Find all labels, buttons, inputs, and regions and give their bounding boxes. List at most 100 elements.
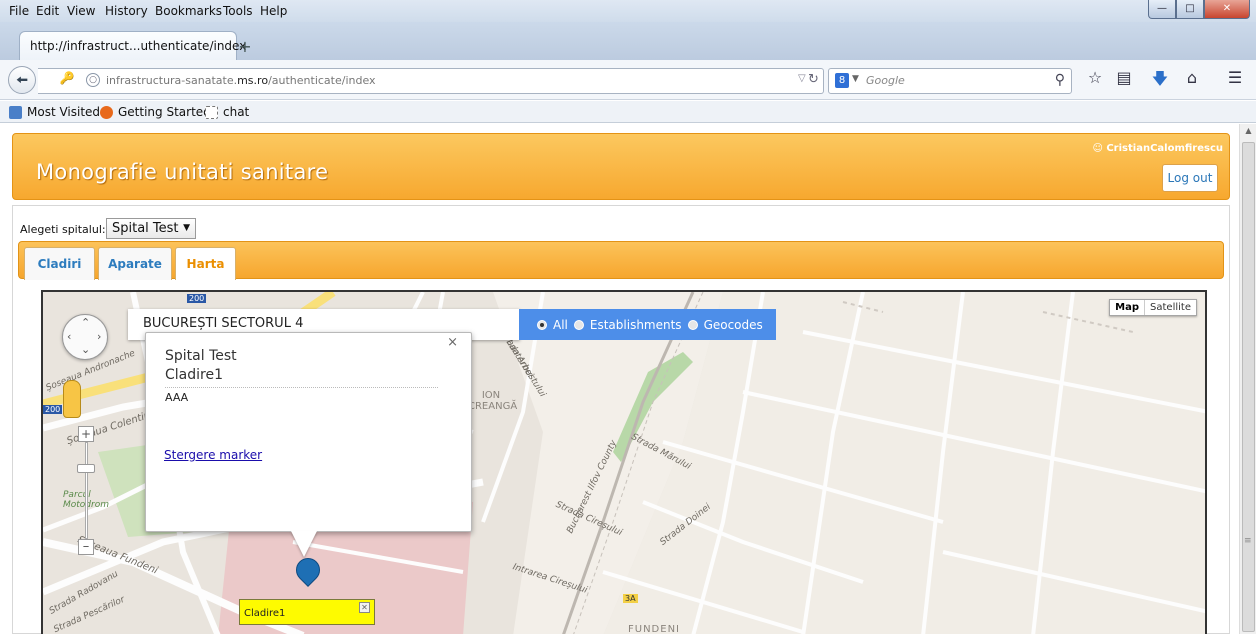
browser-tab[interactable]: http://infrastruct...uthenticate/index	[19, 31, 246, 60]
user-link[interactable]: ☺ CristianCalomfirescu	[1092, 143, 1223, 154]
pan-down-icon[interactable]: ⌄	[81, 343, 90, 356]
url-prefix: infrastructura-sanatate.	[106, 74, 238, 87]
close-window-icon[interactable]: ✕	[1204, 0, 1250, 19]
hospital-select-value: Spital Test	[112, 221, 179, 236]
marker-label-text: Cladire1	[244, 608, 286, 619]
new-tab-icon[interactable]: +	[238, 37, 252, 56]
bookmark-most-visited[interactable]: Most Visited	[9, 105, 100, 119]
blank-page-icon	[205, 105, 218, 119]
filter-establishments-label: Establishments	[589, 317, 682, 332]
navigation-bar: 🔑 ○ infrastructura-sanatate.ms.ro/authen…	[0, 60, 1256, 100]
marker-info-window: Spital Test Cladire1 AAA Stergere marker…	[145, 332, 472, 532]
url-text: infrastructura-sanatate.ms.ro/authentica…	[106, 74, 376, 87]
map-type-map-button[interactable]: Map	[1110, 300, 1146, 315]
scroll-up-icon[interactable]: ▲	[1240, 126, 1256, 135]
map-type-control: Map Satellite	[1109, 299, 1197, 316]
info-window-tail	[291, 531, 317, 557]
park-label: Parcul Motodrom	[63, 490, 109, 510]
info-subtitle: Cladire1	[165, 367, 223, 383]
district-label: FUNDENI	[628, 624, 680, 634]
bookmark-star-icon[interactable]: ☆	[1085, 68, 1105, 88]
back-button[interactable]: 🠨	[8, 66, 36, 94]
filter-all-radio[interactable]	[537, 319, 547, 330]
hospital-label: Alegeti spitalul:	[20, 223, 106, 236]
scroll-thumb[interactable]	[1242, 142, 1255, 632]
menu-hamburger-icon[interactable]: ☰	[1225, 68, 1245, 88]
reading-list-icon[interactable]: ▤	[1114, 68, 1134, 88]
menu-bar: File Edit View History Bookmarks Tools H…	[0, 0, 1256, 22]
zoom-slider-track[interactable]	[85, 442, 88, 539]
google-engine-icon[interactable]: 8	[835, 73, 849, 88]
window-controls: — □ ✕	[1148, 0, 1250, 20]
close-icon[interactable]: ✕	[359, 602, 370, 613]
zoom-in-icon[interactable]: +	[78, 426, 94, 442]
filter-geocodes-label: Geocodes	[703, 317, 763, 332]
bookmark-chat[interactable]: chat	[205, 105, 249, 119]
most-visited-icon	[9, 105, 22, 119]
map-pan-control[interactable]: ⌃ ‹ › ⌄	[62, 314, 108, 360]
browser-tab-title: http://infrastruct...uthenticate/index	[30, 39, 247, 53]
maximize-icon[interactable]: □	[1176, 0, 1204, 19]
downloads-icon[interactable]: 🡇	[1150, 68, 1170, 88]
tab-strip: http://infrastruct...uthenticate/index +	[0, 22, 1256, 60]
identity-key-icon[interactable]: 🔑	[56, 71, 78, 91]
firefox-icon	[100, 105, 113, 119]
filter-all-label: All	[553, 317, 568, 332]
close-icon[interactable]: ×	[447, 335, 458, 350]
hospital-select[interactable]: Spital Test ▼	[106, 218, 196, 239]
menu-history[interactable]: History	[105, 4, 148, 18]
info-body: AAA	[165, 391, 189, 404]
info-title: Spital Test	[165, 348, 237, 364]
back-arrow-icon: 🠨	[15, 71, 29, 89]
home-icon[interactable]: ⌂	[1182, 68, 1202, 88]
district-label: ION CREANGĂ	[468, 390, 518, 412]
logout-button[interactable]: Log out	[1162, 164, 1218, 192]
globe-icon: ○	[86, 73, 100, 87]
street-view-pegman-icon[interactable]	[63, 380, 81, 418]
menu-tools[interactable]: Tools	[223, 4, 253, 18]
page-title: Monografie unitati sanitare	[36, 160, 329, 184]
url-path: /authenticate/index	[268, 74, 376, 87]
pan-right-icon[interactable]: ›	[97, 330, 101, 343]
content-tabs: Cladiri Aparate Harta	[18, 241, 1224, 280]
menu-edit[interactable]: Edit	[36, 4, 59, 18]
road-badge: 200	[187, 294, 207, 303]
engine-dropdown-icon[interactable]: ▼	[852, 74, 859, 84]
bookmarks-bar: Most Visited Getting Started chat	[0, 101, 1256, 123]
menu-bookmarks[interactable]: Bookmarks	[155, 4, 222, 18]
pan-up-icon[interactable]: ⌃	[81, 316, 90, 329]
url-history-dropdown-icon[interactable]: ▽	[798, 73, 806, 84]
bookmark-getting-started[interactable]: Getting Started	[100, 105, 211, 119]
search-icon[interactable]: ⚲	[1055, 72, 1065, 88]
map-type-satellite-button[interactable]: Satellite	[1145, 300, 1196, 315]
tab-cladiri[interactable]: Cladiri	[24, 247, 95, 280]
marker-label-box: Cladire1 ✕	[239, 599, 375, 625]
menu-help[interactable]: Help	[260, 4, 287, 18]
bookmark-label: Most Visited	[27, 105, 101, 119]
menu-file[interactable]: File	[9, 4, 29, 18]
scroll-grip-icon: ≡	[1244, 536, 1252, 546]
filter-geocodes-radio[interactable]	[687, 319, 698, 330]
filter-establishments-radio[interactable]	[573, 319, 584, 330]
menu-view[interactable]: View	[67, 4, 95, 18]
page-scrollbar[interactable]: ▲ ≡	[1239, 124, 1256, 634]
chevron-down-icon: ▼	[183, 223, 190, 233]
zoom-slider-thumb[interactable]	[77, 464, 95, 473]
road-badge: 200	[43, 405, 63, 414]
info-divider	[165, 387, 438, 388]
zoom-out-icon[interactable]: –	[78, 539, 94, 555]
search-placeholder: Google	[866, 74, 905, 87]
minimize-icon[interactable]: —	[1148, 0, 1176, 19]
url-bar[interactable]: 🔑 ○ infrastructura-sanatate.ms.ro/authen…	[38, 68, 824, 94]
pan-left-icon[interactable]: ‹	[67, 330, 71, 343]
bookmark-label: chat	[223, 105, 250, 119]
bookmark-label: Getting Started	[118, 105, 211, 119]
map-filter-radios: All Establishments Geocodes	[519, 309, 776, 340]
tab-aparate[interactable]: Aparate	[98, 247, 172, 280]
reload-icon[interactable]: ↻	[808, 72, 819, 87]
search-bar[interactable]: 8 ▼ Google ⚲	[828, 68, 1072, 94]
road-badge: 3A	[623, 594, 638, 603]
tab-harta[interactable]: Harta	[175, 247, 236, 280]
user-name: CristianCalomfirescu	[1106, 143, 1223, 154]
delete-marker-link[interactable]: Stergere marker	[164, 448, 262, 462]
